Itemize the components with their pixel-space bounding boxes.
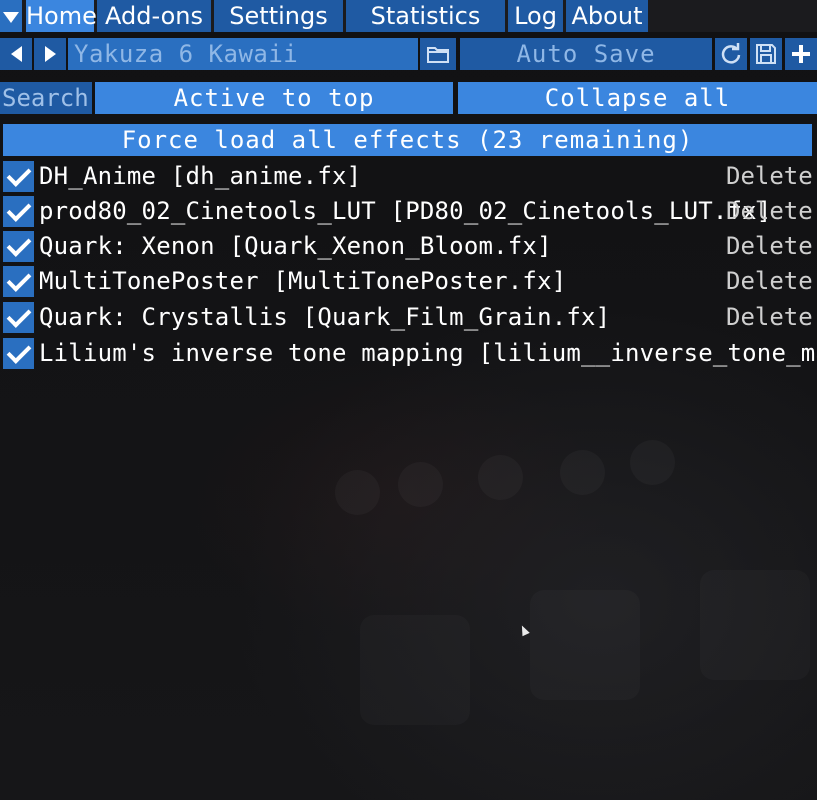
tab-settings[interactable]: Settings [214, 0, 343, 32]
previous-preset-button[interactable] [0, 38, 32, 70]
reshade-overlay: Home Add-ons Settings Statistics Log Abo… [0, 0, 817, 800]
auto-save-button[interactable]: Auto Save [460, 38, 712, 70]
effect-checkbox[interactable] [3, 302, 34, 333]
effect-checkbox[interactable] [3, 266, 34, 297]
effect-checkbox[interactable] [3, 161, 34, 192]
collapse-menu-icon[interactable] [0, 0, 22, 32]
mouse-cursor-icon [518, 623, 530, 637]
effect-checkbox[interactable] [3, 338, 34, 369]
active-to-top-button[interactable]: Active to top [95, 82, 453, 114]
reload-icon [721, 43, 741, 64]
effect-label[interactable]: MultiTonePoster [MultiTonePoster.fx] [39, 266, 566, 297]
list-item: Lilium's inverse tone mapping [lilium__i… [3, 338, 817, 369]
checkmark-icon [6, 197, 31, 222]
effect-label[interactable]: Quark: Crystallis [Quark_Film_Grain.fx] [39, 302, 610, 333]
next-preset-button[interactable] [34, 38, 66, 70]
effect-checkbox[interactable] [3, 231, 34, 262]
delete-button[interactable]: Delete [726, 266, 813, 297]
tab-log[interactable]: Log [508, 0, 563, 32]
list-item: prod80_02_Cinetools_LUT [PD80_02_Cinetoo… [3, 196, 817, 227]
effect-label[interactable]: prod80_02_Cinetools_LUT [PD80_02_Cinetoo… [39, 196, 771, 227]
chevron-right-icon [44, 46, 56, 62]
force-load-button[interactable]: Force load all effects (23 remaining) [3, 124, 812, 156]
save-preset-button[interactable] [750, 38, 782, 70]
tab-add-ons[interactable]: Add-ons [97, 0, 211, 32]
delete-button[interactable]: Delete [726, 302, 813, 333]
delete-button[interactable]: Delete [726, 196, 813, 227]
effect-checkbox[interactable] [3, 196, 34, 227]
list-item: DH_Anime [dh_anime.fx] Delete [3, 161, 817, 192]
chevron-left-icon [10, 46, 22, 62]
reload-button[interactable] [715, 38, 747, 70]
checkmark-icon [6, 162, 31, 187]
effect-label[interactable]: Quark: Xenon [Quark_Xenon_Bloom.fx] [39, 231, 552, 262]
add-preset-button[interactable] [785, 38, 817, 70]
checkmark-icon [6, 303, 31, 328]
save-icon [756, 44, 776, 64]
folder-icon [427, 47, 449, 63]
effect-label[interactable]: DH_Anime [dh_anime.fx] [39, 161, 361, 192]
tab-statistics[interactable]: Statistics [346, 0, 505, 32]
list-item: MultiTonePoster [MultiTonePoster.fx] Del… [3, 266, 817, 297]
checkmark-icon [6, 339, 31, 364]
plus-icon [792, 45, 810, 63]
collapse-all-button[interactable]: Collapse all [458, 82, 817, 114]
tab-home[interactable]: Home [26, 0, 97, 32]
menu-bar: Home Add-ons Settings Statistics Log Abo… [0, 0, 817, 32]
tab-about[interactable]: About [566, 0, 648, 32]
browse-preset-button[interactable] [420, 38, 456, 70]
list-item: Quark: Crystallis [Quark_Film_Grain.fx] … [3, 302, 817, 333]
checkmark-icon [6, 232, 31, 257]
delete-button[interactable]: Delete [726, 231, 813, 262]
effect-label[interactable]: Lilium's inverse tone mapping [lilium__i… [39, 338, 817, 369]
checkmark-icon [6, 267, 31, 292]
preset-name-field[interactable]: Yakuza 6 Kawaii [68, 38, 418, 70]
list-item: Quark: Xenon [Quark_Xenon_Bloom.fx] Dele… [3, 231, 817, 262]
search-field[interactable]: Search [0, 82, 92, 114]
delete-button[interactable]: Delete [726, 161, 813, 192]
